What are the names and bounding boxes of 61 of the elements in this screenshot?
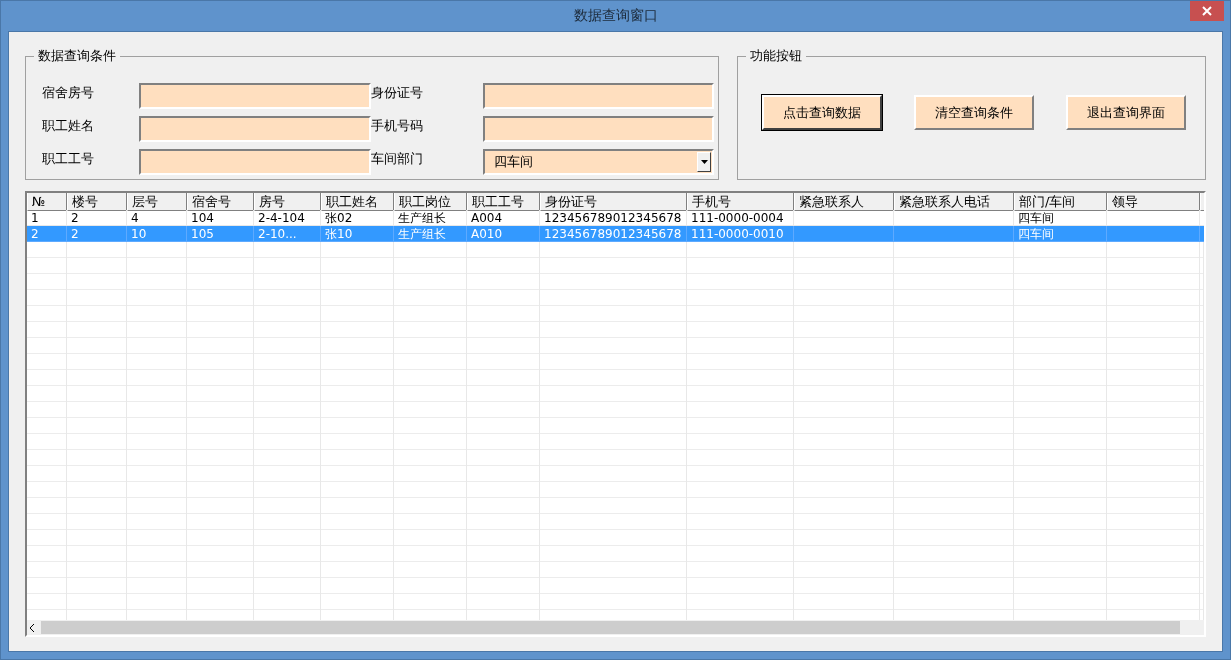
table-cell: 生产组长 xyxy=(398,227,446,241)
column-header[interactable]: 楼号 xyxy=(67,193,127,211)
column-header[interactable]: № xyxy=(27,193,67,211)
field-label: 职工工号 xyxy=(42,150,95,168)
action-button[interactable]: 点击查询数据 xyxy=(762,95,882,130)
table-cell: 123456789012345678 xyxy=(544,211,682,225)
horizontal-scrollbar[interactable] xyxy=(27,620,1204,635)
column-header[interactable]: 紧急联系人 xyxy=(794,193,894,211)
table-cell: 1 xyxy=(31,211,39,225)
column-header[interactable]: 职工岗位 xyxy=(394,193,467,211)
column-header[interactable]: 层号 xyxy=(127,193,187,211)
table-cell: 4 xyxy=(131,211,139,225)
column-header[interactable]: 紧急联系人电话 xyxy=(894,193,1014,211)
table-cell: 2-4-104 xyxy=(258,211,305,225)
table-cell: A010 xyxy=(471,227,503,241)
action-button[interactable]: 清空查询条件 xyxy=(914,95,1034,130)
table-cell: A004 xyxy=(471,211,503,225)
close-icon xyxy=(1202,6,1212,16)
column-header[interactable]: 身份证号 xyxy=(540,193,687,211)
table-cell: 张02 xyxy=(325,211,353,225)
input-field[interactable] xyxy=(139,149,371,175)
table-cell: 2-10... xyxy=(258,227,297,241)
field-label: 身份证号 xyxy=(371,84,424,102)
field-label: 手机号码 xyxy=(371,117,424,135)
column-header[interactable]: 手机号 xyxy=(687,193,794,211)
group-title: 功能按钮 xyxy=(746,48,806,64)
close-button[interactable] xyxy=(1190,1,1224,21)
column-header[interactable]: 房号 xyxy=(254,193,321,211)
group-title: 数据查询条件 xyxy=(34,48,120,64)
input-field[interactable] xyxy=(483,116,714,142)
scroll-thumb[interactable] xyxy=(41,621,1180,634)
input-field[interactable] xyxy=(139,83,371,109)
table-cell: 10 xyxy=(131,227,147,241)
column-header[interactable]: 职工姓名 xyxy=(321,193,394,211)
table-cell: 2 xyxy=(31,227,39,241)
field-label: 宿舍房号 xyxy=(42,84,95,102)
action-button[interactable]: 退出查询界面 xyxy=(1066,95,1186,130)
table-cell: 四车间 xyxy=(1018,227,1054,241)
table-cell: 104 xyxy=(191,211,214,225)
column-header[interactable]: 领导 xyxy=(1107,193,1200,211)
field-label: 职工姓名 xyxy=(42,117,95,135)
table-cell: 111-0000-0010 xyxy=(691,227,784,241)
column-header[interactable]: 宿舍号 xyxy=(187,193,254,211)
column-header[interactable]: 部门/车间 xyxy=(1014,193,1107,211)
scroll-left-icon[interactable] xyxy=(29,623,35,632)
window-title: 数据查询窗口 xyxy=(573,7,658,25)
caret-icon xyxy=(700,160,708,164)
field-label: 车间部门 xyxy=(371,150,424,168)
input-field[interactable] xyxy=(139,116,371,142)
dropdown-button[interactable] xyxy=(697,152,711,172)
table-cell: 张10 xyxy=(325,227,353,241)
table-cell: 四车间 xyxy=(1018,211,1054,225)
table-cell: 111-0000-0004 xyxy=(691,211,784,225)
dropdown-field[interactable]: 四车间 xyxy=(483,149,714,175)
table-cell: 生产组长 xyxy=(398,211,446,225)
input-field[interactable] xyxy=(483,83,714,109)
table-cell: 105 xyxy=(191,227,214,241)
table-cell: 123456789012345678 xyxy=(544,227,682,241)
table-cell: 2 xyxy=(71,227,79,241)
table-cell: 2 xyxy=(71,211,79,225)
column-header[interactable]: 职工工号 xyxy=(467,193,540,211)
